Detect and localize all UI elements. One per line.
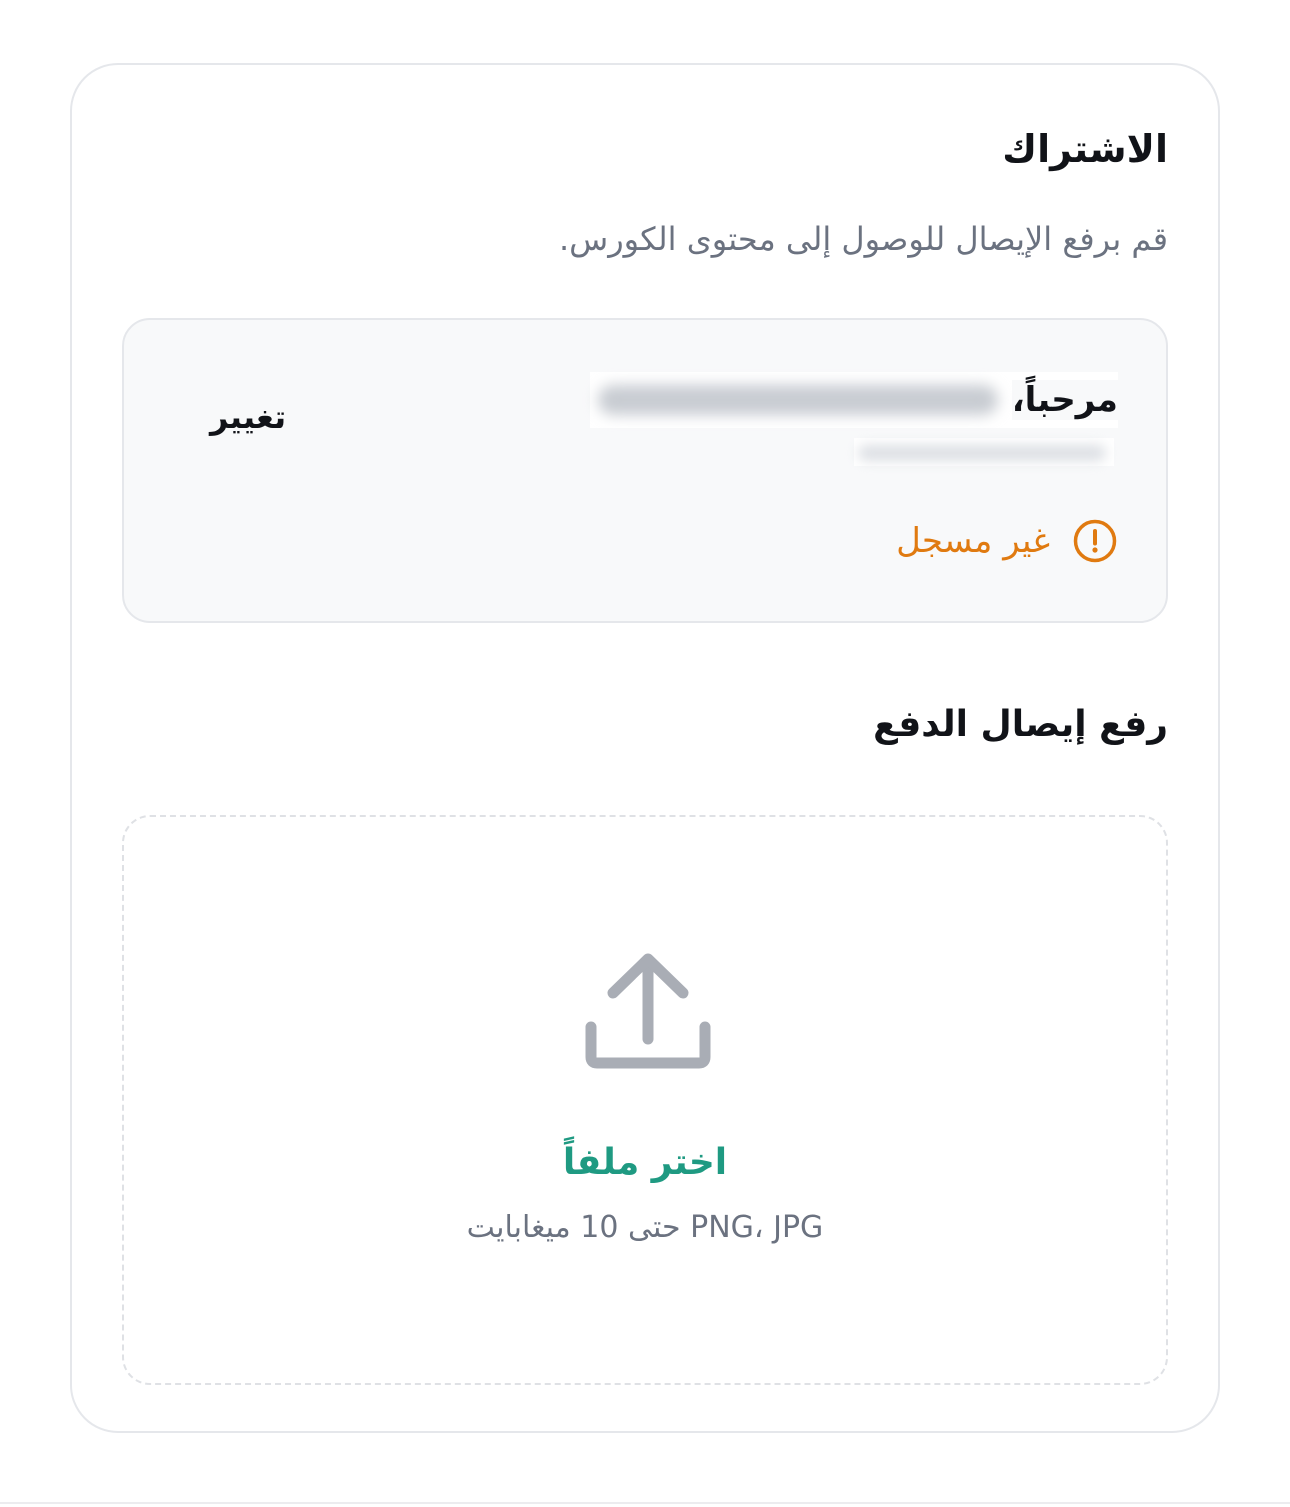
redacted-phone-blur	[858, 445, 1106, 461]
change-user-button[interactable]: تغيير	[210, 398, 286, 436]
choose-file-button[interactable]: اختر ملفاً	[124, 1142, 1166, 1183]
subscription-card: الاشتراك قم برفع الإيصال للوصول إلى محتو…	[70, 63, 1220, 1433]
page: الاشتراك قم برفع الإيصال للوصول إلى محتو…	[0, 0, 1290, 1507]
status-text: غير مسجل	[896, 521, 1050, 561]
file-type-hint: PNG، JPG حتى 10 ميغابايت	[466, 1210, 824, 1245]
redacted-user-name	[597, 385, 998, 415]
upload-section-title: رفع إيصال الدفع	[873, 704, 1168, 745]
file-dropzone[interactable]: اختر ملفاً PNG، JPG حتى 10 ميغابايت	[122, 815, 1168, 1385]
redacted-phone	[854, 438, 1114, 466]
card-title: الاشتراك	[1002, 127, 1168, 171]
card-subtitle: قم برفع الإيصال للوصول إلى محتوى الكورس.	[558, 220, 1168, 258]
registration-status: غير مسجل	[896, 518, 1118, 564]
alert-circle-icon	[1072, 518, 1118, 564]
user-info-box: مرحباً، تغيير غير مسجل	[122, 318, 1168, 623]
bottom-divider	[0, 1502, 1290, 1504]
upload-icon	[583, 949, 713, 1079]
greeting-label: مرحباً،	[1011, 380, 1118, 420]
greeting-row: مرحباً،	[589, 372, 1118, 428]
